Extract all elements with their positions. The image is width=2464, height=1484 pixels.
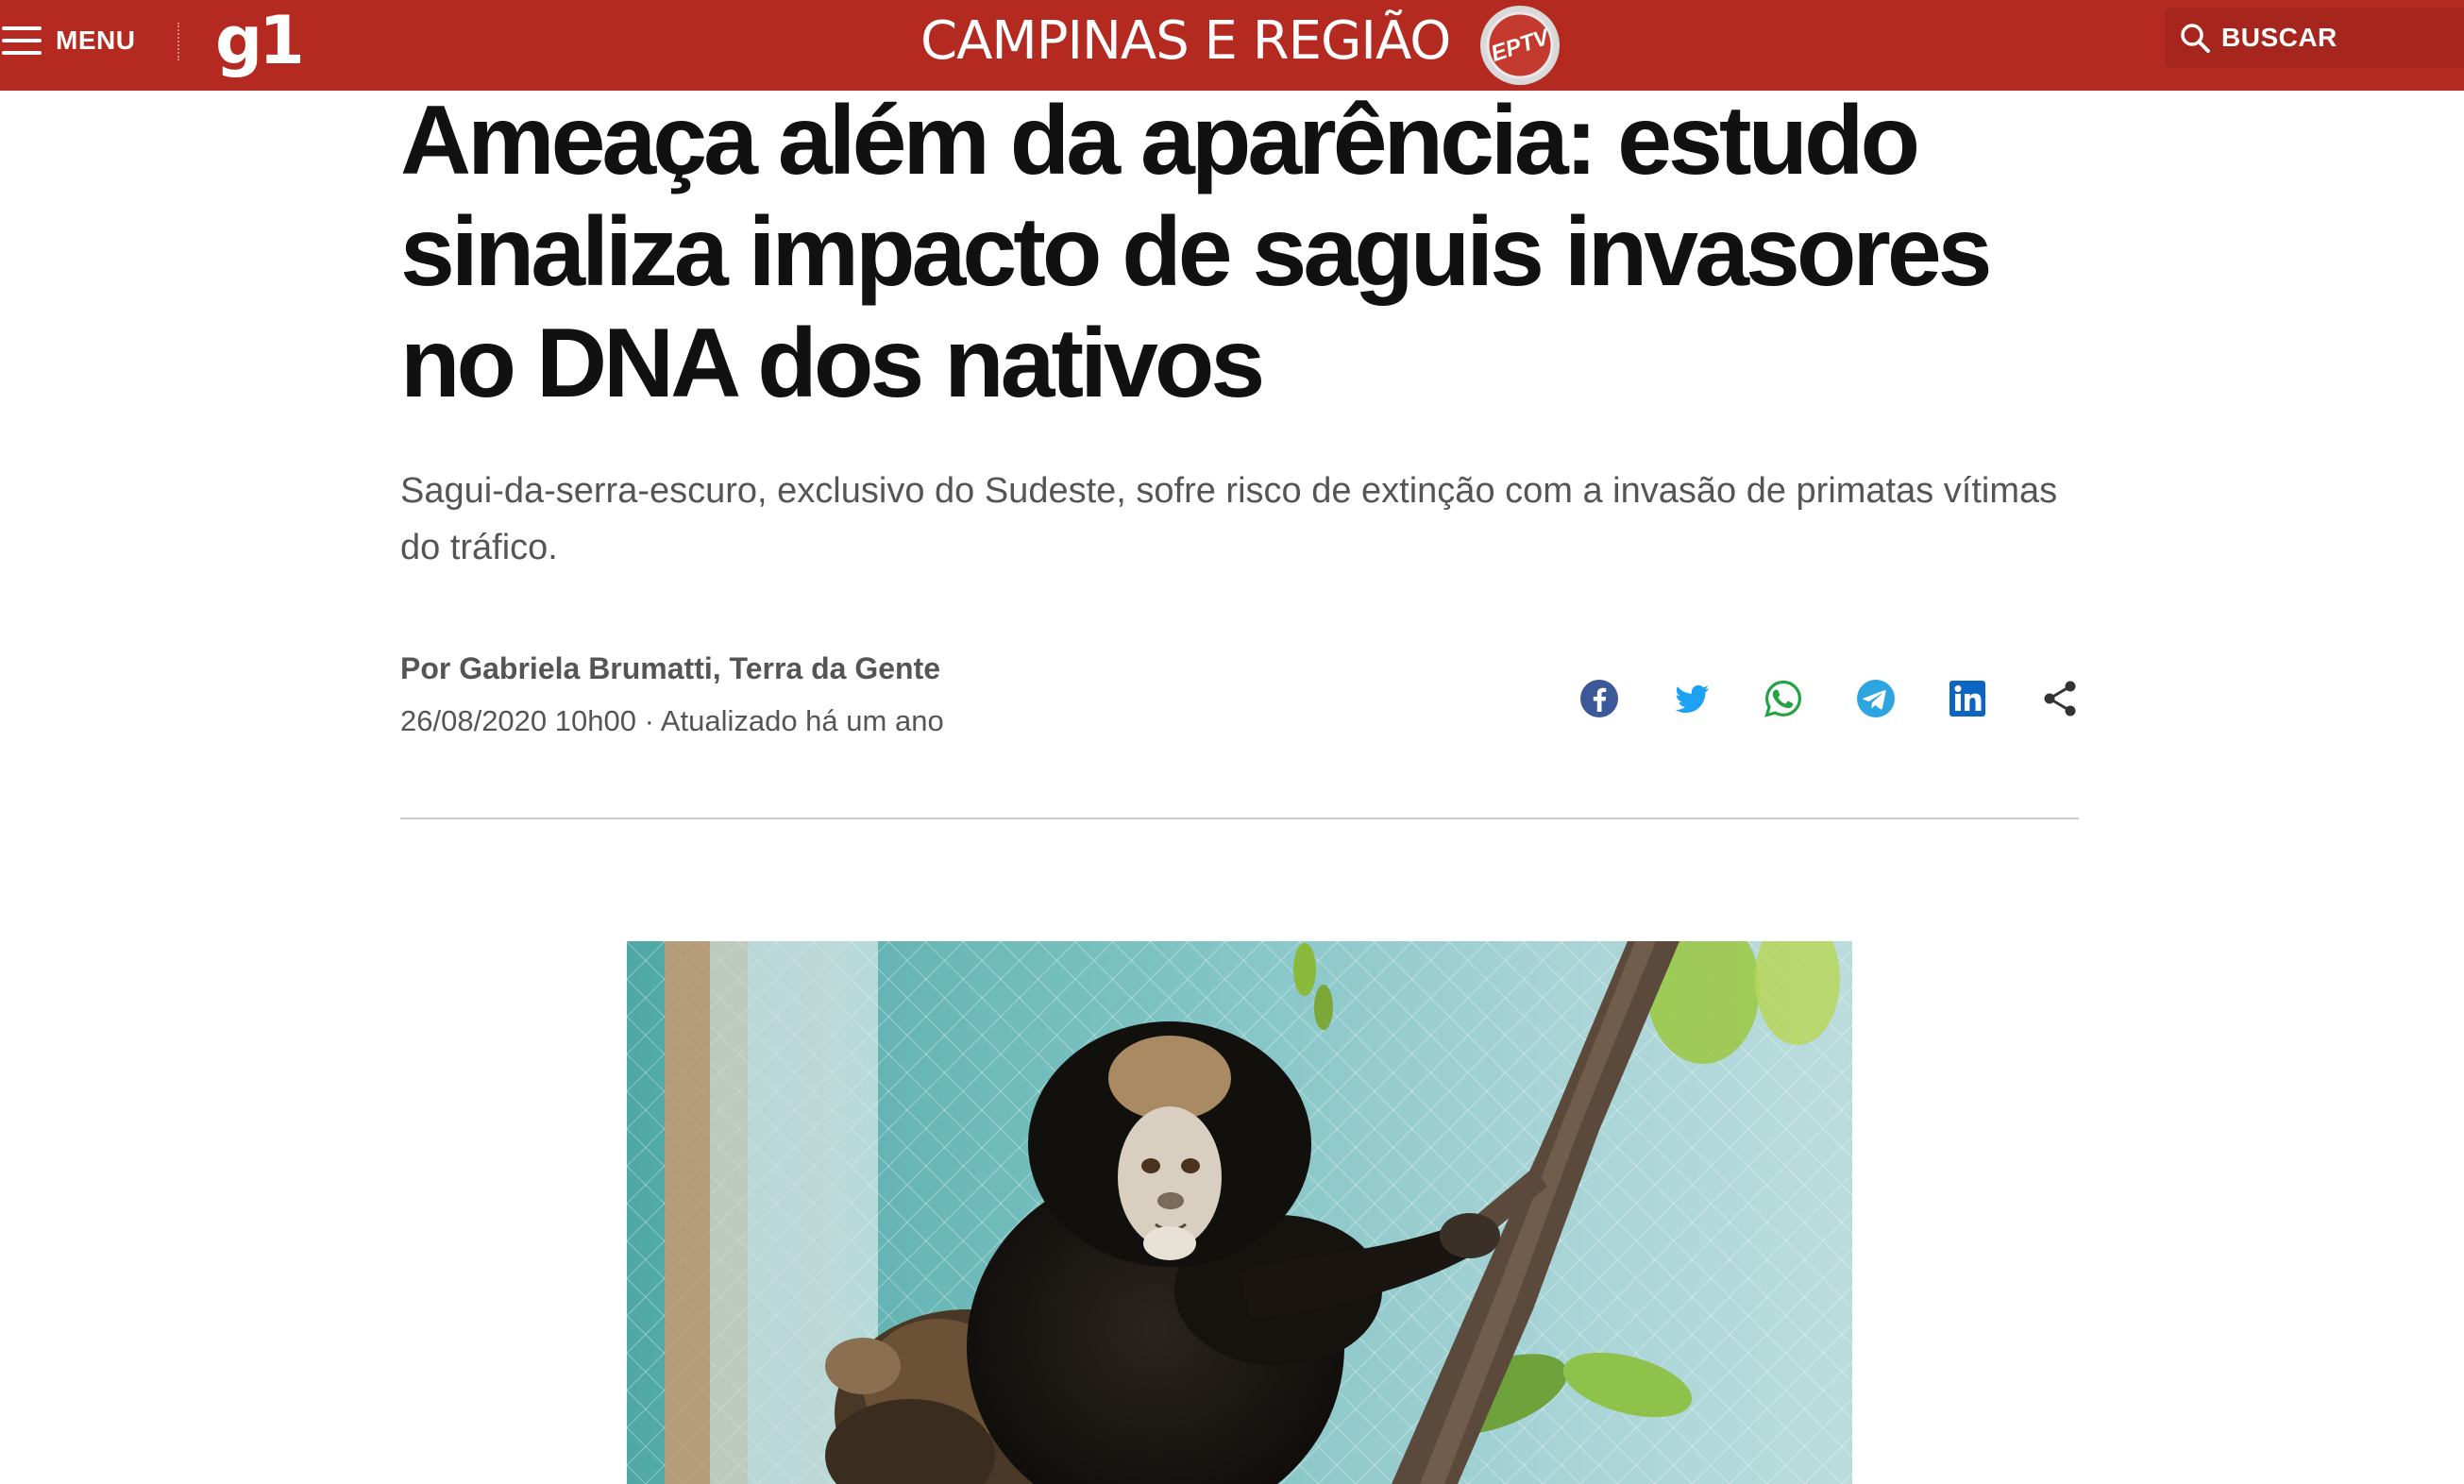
top-navigation-bar: MENU g1 CAMPINAS E REGIÃO EPTV BUSCAR [0, 0, 2464, 91]
share-icon [2044, 681, 2076, 717]
twitter-icon [1674, 684, 1709, 714]
article-dateline: 26/08/2020 10h00 · Atualizado há um ano [400, 704, 944, 737]
g1-logo[interactable]: g1 [215, 0, 305, 81]
search-label: BUSCAR [2221, 23, 2337, 52]
marmoset-on-branch-photo [627, 941, 1852, 1484]
whatsapp-icon [1764, 680, 1802, 717]
article-headline: Ameaça além da aparência: estudo sinaliz… [400, 86, 1993, 418]
share-whatsapp-button[interactable] [1759, 674, 1808, 723]
menu-label: MENU [56, 25, 136, 55]
article-subtitle: Sagui-da-serra-escuro, exclusivo do Sude… [400, 471, 2058, 567]
header-divider [177, 23, 179, 60]
facebook-icon [1580, 680, 1618, 717]
article-byline: Por Gabriela Brumatti, Terra da Gente [400, 651, 941, 685]
eptv-logo[interactable]: EPTV [1477, 2, 1562, 87]
share-telegram-button[interactable] [1851, 674, 1900, 723]
menu-button[interactable]: MENU [0, 0, 135, 81]
search-button[interactable]: BUSCAR [2165, 8, 2464, 68]
hamburger-icon [2, 26, 42, 55]
linkedin-icon [1949, 681, 1986, 717]
search-icon [2181, 24, 2210, 53]
telegram-icon [1856, 680, 1895, 717]
share-facebook-button[interactable] [1575, 674, 1624, 723]
article-header-divider [400, 818, 2079, 819]
share-twitter-button[interactable] [1667, 674, 1716, 723]
share-more-button[interactable] [2035, 674, 2084, 723]
share-bar [1575, 672, 2084, 725]
share-linkedin-button[interactable] [1943, 674, 1992, 723]
region-title[interactable]: CAMPINAS E REGIÃO [920, 0, 1451, 81]
